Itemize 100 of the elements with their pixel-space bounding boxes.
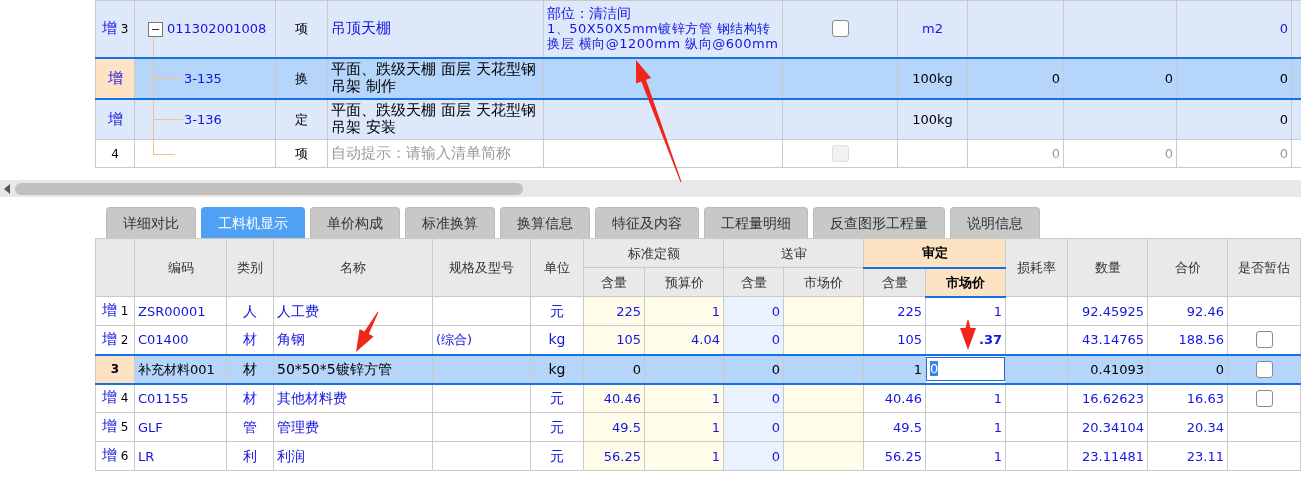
number-cell: 0: [1176, 139, 1292, 168]
item-type: 项: [275, 139, 328, 168]
checkbox[interactable]: [1255, 331, 1273, 349]
column-header[interactable]: 市场价: [783, 267, 864, 297]
checkbox[interactable]: [1255, 389, 1273, 407]
tab[interactable]: 说明信息: [950, 207, 1040, 238]
table-cell: 56.25: [583, 441, 645, 471]
table-cell: GLF: [134, 412, 227, 442]
row-number: 4: [111, 146, 119, 161]
table-cell: 1: [863, 354, 926, 384]
table-cell: 20.34: [1147, 412, 1228, 442]
table-cell: 92.45925: [1067, 296, 1148, 326]
table-cell: 1: [644, 296, 724, 326]
row-number: 4: [120, 391, 129, 406]
row-number: 5: [120, 420, 129, 434]
table-cell: 49.5: [583, 412, 645, 442]
table-cell: 0: [723, 296, 784, 326]
table-cell: 16.63: [1147, 383, 1228, 413]
table-cell: ZSR00001: [134, 296, 227, 326]
annotation-arrow: [960, 320, 976, 350]
table-cell: 0: [723, 354, 784, 384]
table-cell: 0: [723, 412, 784, 442]
tab[interactable]: 详细对比: [106, 207, 196, 238]
table-cell: 0.41093: [1067, 354, 1148, 384]
table-cell: 1: [644, 441, 724, 471]
number-cell: 0: [967, 139, 1064, 168]
row-number: 6: [120, 449, 129, 463]
table-cell: 1: [644, 383, 724, 413]
table-cell: 元: [530, 296, 584, 326]
table-cell: 0: [583, 354, 645, 384]
tab[interactable]: 单价构成: [310, 207, 400, 238]
row-marker: 增: [101, 18, 117, 37]
table-cell: 16.62623: [1067, 383, 1148, 413]
table-cell: 225: [583, 296, 645, 326]
row-number: 1: [120, 304, 129, 318]
column-header[interactable]: 名称: [273, 238, 433, 297]
table-cell: 利润: [273, 441, 433, 471]
column-header[interactable]: 类别: [226, 238, 274, 297]
table-cell: 50*50*5镀锌方管: [273, 354, 433, 384]
table-cell: 其他材料费: [273, 383, 433, 413]
scrollbar-thumb[interactable]: [15, 182, 523, 195]
table-cell: 0: [723, 441, 784, 471]
item-code: 3-136: [184, 111, 222, 127]
row-marker: 增: [101, 417, 117, 435]
table-cell: 管理费: [273, 412, 433, 442]
tab[interactable]: 标准换算: [405, 207, 495, 238]
column-header[interactable]: 含量: [723, 267, 784, 297]
feature-text: 1、50X50X5mm镀锌方管 钢结构转换层 横向@1200mm 纵向@600mm: [547, 21, 779, 52]
checkbox[interactable]: [831, 20, 849, 38]
column-header[interactable]: 损耗率: [1005, 238, 1068, 297]
table-cell: 56.25: [863, 441, 926, 471]
table-cell: 元: [530, 441, 584, 471]
column-group-header: 审定: [863, 238, 1006, 268]
table-cell: 元: [530, 383, 584, 413]
row-number: 2: [120, 332, 129, 347]
row-marker: 增: [101, 446, 117, 464]
tab[interactable]: 换算信息: [500, 207, 590, 238]
column-header[interactable]: 合价: [1147, 238, 1228, 297]
tab[interactable]: 反查图形工程量: [813, 207, 945, 238]
table-cell: 40.46: [863, 383, 926, 413]
row-marker: 增: [101, 388, 117, 407]
checkbox[interactable]: [1255, 360, 1273, 378]
column-header[interactable]: 市场价: [925, 267, 1006, 297]
item-name: 平面、跌级天棚 面层 天花型钢吊架 安装: [327, 98, 544, 140]
table-cell: 1: [925, 412, 1006, 442]
number-cell: 0: [1176, 57, 1292, 99]
table-cell: 0: [723, 383, 784, 413]
tab[interactable]: 工程量明细: [704, 207, 808, 238]
column-header[interactable]: 单位: [530, 238, 584, 297]
row-marker: 增: [101, 329, 117, 348]
column-header[interactable]: 含量: [863, 267, 926, 297]
table-cell: 92.46: [1147, 296, 1228, 326]
row-number: 3: [110, 362, 120, 376]
collapse-icon[interactable]: [148, 21, 163, 37]
tab[interactable]: 特征及内容: [595, 207, 699, 238]
column-header[interactable]: 是否暂估: [1227, 238, 1301, 297]
column-header[interactable]: 规格及型号: [432, 238, 531, 297]
column-header[interactable]: 数量: [1067, 238, 1148, 297]
horizontal-scrollbar[interactable]: [0, 180, 1301, 197]
column-header[interactable]: 含量: [583, 267, 645, 297]
table-cell: 管: [226, 412, 274, 442]
table-cell: 40.46: [583, 383, 645, 413]
table-cell: 材: [226, 383, 274, 413]
input-field[interactable]: 0: [926, 357, 1005, 381]
column-header[interactable]: 预算价: [644, 267, 724, 297]
row-marker: 增: [107, 68, 123, 87]
row-number: 3: [120, 21, 129, 36]
unit-cell: 100kg: [897, 57, 968, 99]
table-cell: 105: [583, 325, 645, 355]
table-cell: 1: [644, 412, 724, 442]
table-cell: 225: [863, 296, 926, 326]
feature-text: 部位：清洁间: [547, 6, 632, 22]
table-cell: 1: [925, 383, 1006, 413]
table-cell: 0: [723, 325, 784, 355]
table-cell: 49.5: [863, 412, 926, 442]
number-cell: 0: [1063, 57, 1177, 99]
table-cell: 4.04: [644, 325, 724, 355]
left-arrow-icon[interactable]: [4, 183, 10, 194]
column-header[interactable]: 编码: [134, 238, 227, 297]
table-cell: C01155: [134, 383, 227, 413]
